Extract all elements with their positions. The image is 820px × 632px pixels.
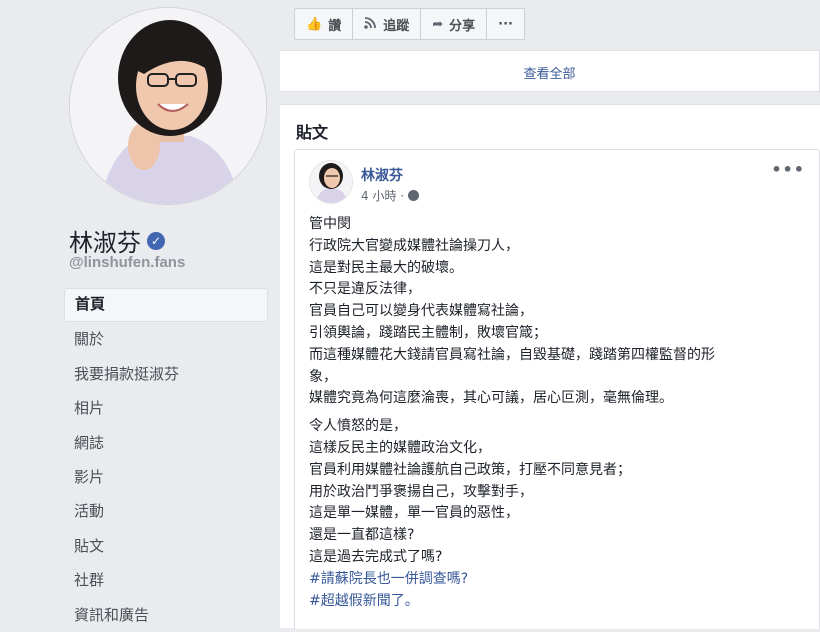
post-card: 林淑芬 4 小時 · ••• 管中閔 行政院大官變成媒體社論操刀人， 這是對民主… bbox=[294, 149, 820, 629]
share-label: 分享 bbox=[449, 18, 476, 34]
post-line: 這是單一媒體，單一官員的惡性， bbox=[309, 505, 519, 522]
hashtag-link[interactable]: #超越假新聞了。 bbox=[309, 591, 789, 613]
post-author-name[interactable]: 林淑芬 bbox=[361, 165, 403, 185]
nav-item-notes[interactable]: 網誌 bbox=[64, 426, 268, 460]
post-line: 這是對民主最大的破壞。 bbox=[309, 259, 463, 276]
more-options-button[interactable]: ··· bbox=[487, 9, 524, 39]
nav-item-community[interactable]: 社群 bbox=[64, 563, 268, 597]
post-line: 象， bbox=[309, 368, 337, 385]
posts-heading: 貼文 bbox=[296, 123, 329, 142]
posts-panel: 貼文 林淑芬 4 小時 · ••• 管中閔 行政院大官變成媒體社論操刀人， 這是… bbox=[280, 104, 820, 629]
nav-item-home[interactable]: 首頁 bbox=[64, 288, 268, 323]
post-line: 令人憤怒的是， bbox=[309, 418, 407, 435]
post-line: 官員利用媒體社論護航自己政策，打壓不同意見者； bbox=[309, 461, 631, 478]
verified-badge-icon: ✓ bbox=[147, 231, 165, 250]
post-options-icon[interactable]: ••• bbox=[771, 160, 805, 179]
nav-item-donate[interactable]: 我要捐款挺淑芬 bbox=[64, 357, 268, 391]
nav-item-photos[interactable]: 相片 bbox=[64, 391, 268, 425]
post-line: 而這種媒體花大錢請官員寫社論，自毀基礎，踐踏第四權監督的形 bbox=[309, 346, 715, 363]
thumbs-up-icon: 👍 bbox=[306, 16, 323, 32]
nav-item-events[interactable]: 活動 bbox=[64, 494, 268, 528]
see-all-link[interactable]: 查看全部 bbox=[280, 63, 819, 82]
post-line: 行政院大官變成媒體社論操刀人， bbox=[309, 237, 519, 254]
rss-icon bbox=[364, 16, 377, 33]
see-all-panel: 查看全部 bbox=[280, 50, 820, 92]
share-button[interactable]: ➦ 分享 bbox=[421, 9, 488, 39]
page-action-bar: 👍 讚 追蹤 ➦ 分享 ··· bbox=[294, 8, 525, 40]
post-author-avatar[interactable] bbox=[309, 160, 353, 204]
post-line: 媒體究竟為何這麼淪喪，其心可議，居心叵測，毫無倫理。 bbox=[309, 390, 673, 407]
post-line: 用於政治鬥爭褒揚自己，攻擊對手， bbox=[309, 483, 533, 500]
nav-item-posts[interactable]: 貼文 bbox=[64, 529, 268, 563]
page-nav: 首頁 關於 我要捐款挺淑芬 相片 網誌 影片 活動 貼文 社群 資訊和廣告 bbox=[64, 288, 268, 632]
post-line: 不只是違反法律， bbox=[309, 281, 421, 298]
post-timestamp[interactable]: 4 小時 · bbox=[361, 187, 404, 204]
post-line: 管中閔 bbox=[309, 216, 351, 232]
post-line: 這樣反民主的媒體政治文化， bbox=[309, 439, 491, 456]
post-line: 這是過去完成式了嗎? bbox=[309, 548, 443, 565]
post-line: 還是一直都這樣? bbox=[309, 527, 415, 544]
nav-item-about[interactable]: 關於 bbox=[64, 322, 268, 356]
like-label: 讚 bbox=[328, 18, 342, 34]
profile-photo-icon bbox=[70, 8, 266, 204]
page-handle[interactable]: @linshufen.fans bbox=[69, 254, 185, 271]
share-arrow-icon: ➦ bbox=[432, 16, 444, 32]
hashtag-link[interactable]: #請蘇院長也一併調查嗎? bbox=[309, 569, 789, 591]
globe-icon bbox=[408, 190, 420, 201]
follow-label: 追蹤 bbox=[383, 18, 410, 34]
post-line: 引領輿論，踐踏民主體制，敗壞官箴； bbox=[309, 324, 547, 341]
more-icon: ··· bbox=[498, 16, 513, 32]
author-photo-icon bbox=[310, 161, 352, 203]
post-paragraph-1: 管中閔 行政院大官變成媒體社論操刀人， 這是對民主最大的破壞。 不只是違反法律，… bbox=[309, 214, 789, 410]
profile-picture[interactable] bbox=[70, 8, 266, 204]
like-button[interactable]: 👍 讚 bbox=[295, 9, 354, 39]
post-line: 官員自己可以變身代表媒體寫社論， bbox=[309, 303, 533, 320]
page-name[interactable]: 林淑芬 ✓ bbox=[69, 223, 165, 258]
post-body: 管中閔 行政院大官變成媒體社論操刀人， 這是對民主最大的破壞。 不只是違反法律，… bbox=[309, 214, 789, 618]
left-column: 林淑芬 ✓ @linshufen.fans 首頁 關於 我要捐款挺淑芬 相片 網… bbox=[0, 0, 280, 627]
follow-button[interactable]: 追蹤 bbox=[353, 9, 422, 39]
nav-item-videos[interactable]: 影片 bbox=[64, 460, 268, 494]
post-meta: 4 小時 · bbox=[361, 187, 420, 204]
page-name-text[interactable]: 林淑芬 bbox=[69, 223, 141, 258]
post-paragraph-2: 令人憤怒的是， 這樣反民主的媒體政治文化， 官員利用媒體社論護航自己政策，打壓不… bbox=[309, 416, 789, 612]
